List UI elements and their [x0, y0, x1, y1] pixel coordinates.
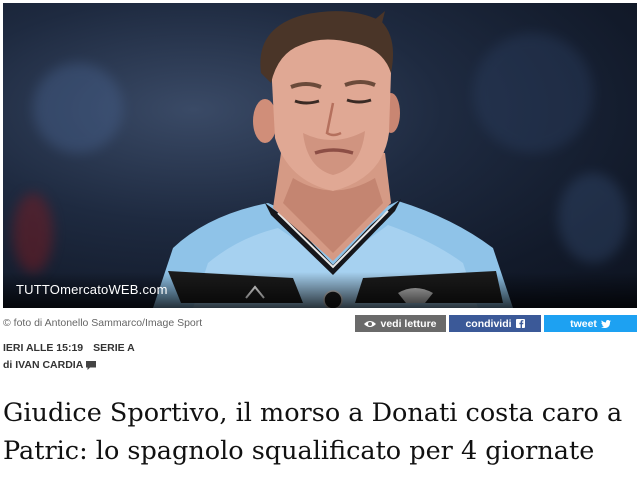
- article-title: Giudice Sportivo, il morso a Donati cost…: [3, 398, 623, 466]
- watermark-bar: TUTTOmercatoWEB.com: [3, 272, 637, 308]
- player-figure: [153, 11, 513, 308]
- eye-icon: [364, 320, 377, 327]
- views-button-label: vedi letture: [380, 317, 437, 330]
- facebook-icon: [515, 319, 525, 328]
- comment-icon[interactable]: [86, 360, 97, 370]
- author-name[interactable]: di IVAN CARDIA: [3, 359, 83, 371]
- article-photo: TUTTOmercatoWEB.com: [3, 3, 637, 308]
- article-meta: IERI ALLE 15:19 SERIE A: [3, 342, 135, 354]
- photo-credit: © foto di Antonello Sammarco/Image Sport: [3, 317, 203, 329]
- facebook-share-label: condividi: [465, 317, 512, 330]
- twitter-icon: [600, 319, 611, 328]
- tweet-button-label: tweet: [570, 317, 597, 330]
- views-button[interactable]: vedi letture: [355, 315, 446, 332]
- category-link[interactable]: SERIE A: [93, 342, 135, 354]
- facebook-share-button[interactable]: condividi: [449, 315, 541, 332]
- tweet-button[interactable]: tweet: [544, 315, 637, 332]
- author-line: di IVAN CARDIA: [3, 359, 97, 371]
- publish-date: IERI ALLE 15:19: [3, 342, 84, 354]
- watermark-text: TUTTOmercatoWEB.com: [16, 282, 168, 297]
